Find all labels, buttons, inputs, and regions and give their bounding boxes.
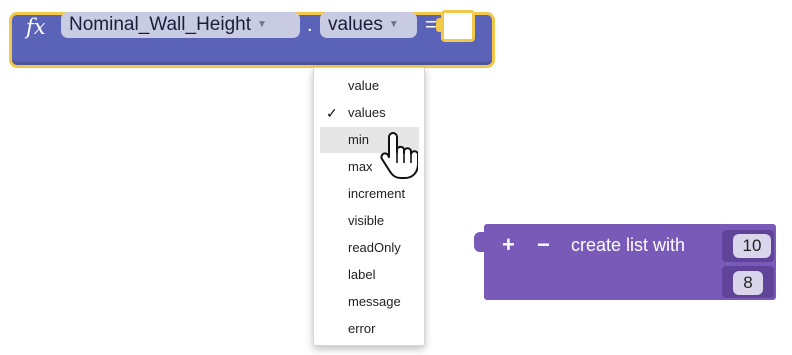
equals-label: =	[425, 14, 437, 36]
menu-item-error[interactable]: error	[320, 316, 419, 342]
menu-item-message[interactable]: message	[320, 289, 419, 315]
menu-item-visible[interactable]: visible	[320, 208, 419, 234]
menu-item-label: max	[348, 159, 373, 174]
variable-dropdown[interactable]: Nominal_Wall_Height ▼	[61, 12, 300, 38]
menu-item-values[interactable]: ✓ values	[320, 100, 419, 126]
menu-item-label: label	[348, 267, 376, 282]
fx-icon: fx	[26, 15, 46, 39]
caret-down-icon: ▼	[388, 19, 399, 30]
create-list-label: create list with	[571, 235, 686, 255]
property-dropdown[interactable]: values ▼	[320, 12, 417, 38]
menu-item-label: values	[348, 105, 386, 120]
add-item-button[interactable]: +	[502, 234, 515, 256]
dot-label: .	[307, 14, 313, 36]
menu-item-label: increment	[348, 186, 406, 201]
menu-item-label: min	[348, 132, 369, 147]
list-item-2-value[interactable]: 8	[733, 271, 763, 295]
hand-pointer-icon	[380, 132, 418, 179]
menu-item-readonly[interactable]: readOnly	[320, 235, 419, 261]
list-item-1-value[interactable]: 10	[733, 234, 771, 258]
menu-item-label[interactable]: label	[320, 262, 419, 288]
remove-item-button[interactable]: −	[537, 234, 550, 256]
check-icon: ✓	[326, 105, 338, 121]
menu-item-label: readOnly	[348, 240, 401, 255]
property-dropdown-label: values	[328, 14, 383, 36]
menu-item-label: message	[348, 294, 401, 309]
menu-item-label: value	[348, 78, 380, 93]
menu-item-label: error	[348, 321, 376, 336]
menu-item-increment[interactable]: increment	[320, 181, 419, 207]
menu-item-label: visible	[348, 213, 385, 228]
caret-down-icon: ▼	[256, 19, 267, 30]
value-socket[interactable]	[441, 10, 475, 42]
variable-dropdown-label: Nominal_Wall_Height	[69, 14, 251, 36]
menu-item-value[interactable]: value	[320, 73, 419, 99]
property-dropdown-menu: value ✓ values min max increment visible…	[313, 67, 425, 346]
